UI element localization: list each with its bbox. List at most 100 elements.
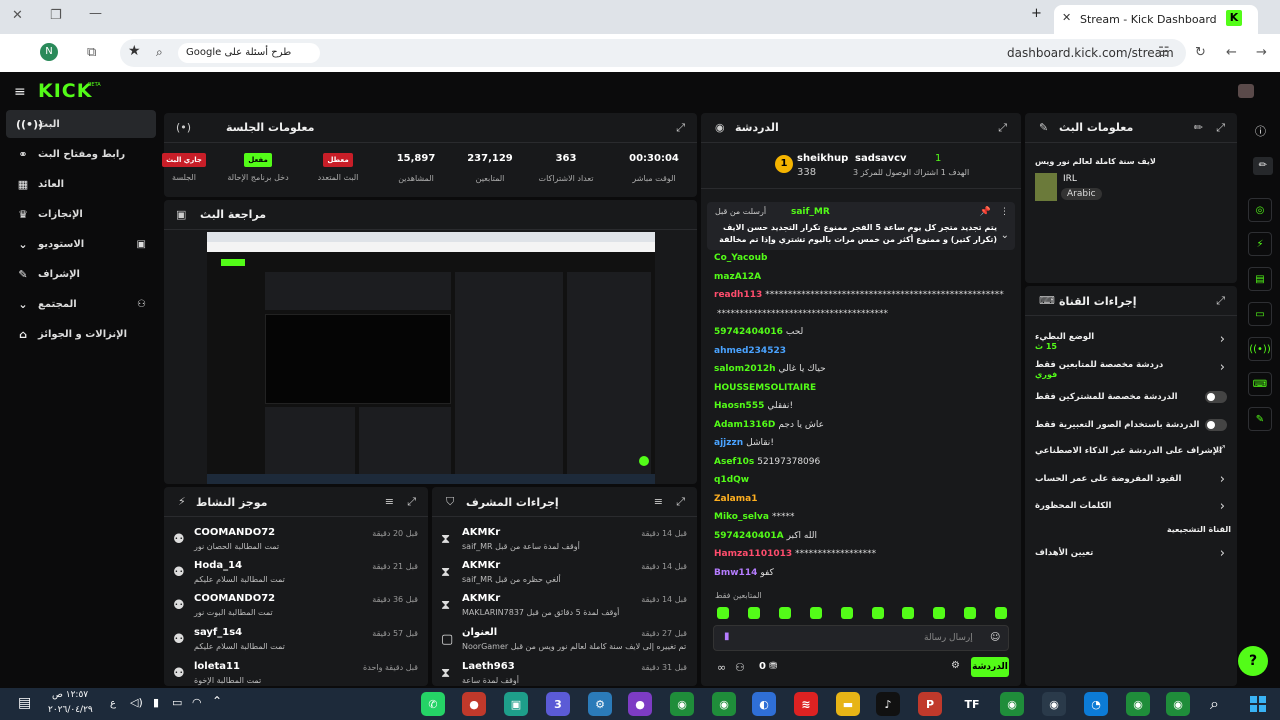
emote-icon[interactable] <box>841 607 853 619</box>
edit-icon[interactable]: ✏ <box>1194 121 1203 134</box>
bookmark-star-icon[interactable]: ★ <box>128 43 141 59</box>
url-text[interactable]: dashboard.kick.com/stream <box>1007 46 1174 60</box>
chat-message[interactable]: ajjzzn نقاشل! <box>714 438 774 448</box>
emote-icon[interactable] <box>964 607 976 619</box>
chat-input[interactable]: ▮ إرسال رسالة ☺ <box>713 625 1009 651</box>
forward-icon[interactable]: → <box>1256 45 1267 60</box>
recorder-icon[interactable]: ● <box>462 692 486 716</box>
setting-slow-mode[interactable]: الوضع البطيء 15 ث <box>1035 332 1231 351</box>
chat-message[interactable]: 59742404016 لحب <box>714 327 803 337</box>
reload-icon[interactable]: ↻ <box>1195 45 1206 60</box>
restore-icon[interactable]: ❐ <box>50 8 62 23</box>
wifi-icon[interactable]: ◠ <box>192 696 202 709</box>
chat-message[interactable]: Haosn555 نفقلي! <box>714 401 793 411</box>
volume-icon[interactable]: ◁) <box>130 696 143 709</box>
folder-icon[interactable]: ▬ <box>836 692 860 716</box>
chat-icon[interactable]: ▭ <box>1248 302 1272 326</box>
users-icon[interactable]: ⚇ <box>735 661 745 674</box>
chat-message[interactable]: Adam1316D عاش يا دجم <box>714 420 824 430</box>
sidebar-item-stream[interactable]: ((•)) البث <box>6 110 156 138</box>
filter-icon[interactable]: ≡ <box>654 495 663 508</box>
chrome-icon[interactable]: ◉ <box>670 692 694 716</box>
camera-icon[interactable]: ◎ <box>1248 198 1272 222</box>
search-icon[interactable]: ⌕ <box>1210 694 1219 714</box>
help-button[interactable]: ? <box>1238 646 1268 676</box>
extensions-icon[interactable]: ⧉ <box>87 45 96 60</box>
site-settings-icon[interactable]: ☷ <box>1158 45 1170 60</box>
sidebar-item-moderation[interactable]: ✎ الإشراف <box>6 260 156 288</box>
chrome-icon[interactable]: ◉ <box>712 692 736 716</box>
sidebar-item-drops[interactable]: ⌂ الإنزالات و الجوائز <box>6 320 156 348</box>
info-icon[interactable]: ⓘ <box>1255 123 1266 139</box>
lens-icon[interactable]: ⌕ <box>156 45 163 60</box>
windows-start-icon[interactable] <box>1250 696 1266 712</box>
sidebar-item-stream-key[interactable]: ⚭ رابط ومفتاح البث <box>6 140 156 168</box>
kick-logo[interactable]: KICK <box>38 80 92 102</box>
chat-message[interactable]: 5974240401A الله اكبر <box>714 531 817 541</box>
setting-ai-moderation[interactable]: الإشراف على الدردشة عبر الذكاء الاصطناعي <box>1035 446 1231 456</box>
whatsapp-icon[interactable]: ✆ <box>421 692 445 716</box>
document-icon[interactable]: ▤ <box>1248 267 1272 291</box>
edge-icon[interactable]: ◔ <box>1084 692 1108 716</box>
chat-message[interactable]: salom2012h حياك يا غالي <box>714 364 826 374</box>
sidebar-item-achievements[interactable]: ♛ الإنجازات <box>6 200 156 228</box>
more-icon[interactable]: ⋮ <box>1000 207 1009 217</box>
filter-icon[interactable]: ≡ <box>385 495 394 508</box>
chat-message[interactable]: readh113 ********************************… <box>714 290 1004 300</box>
chrome-icon[interactable]: ◉ <box>1166 692 1190 716</box>
sidebar-item-revenue[interactable]: ▦ العائد <box>6 170 156 198</box>
ask-google-chip[interactable]: طرح أسئلة على Google <box>178 43 320 63</box>
infinity-icon[interactable]: ∞ <box>717 661 726 674</box>
broadcast-icon[interactable]: ((•)) <box>1248 337 1272 361</box>
popout-icon[interactable]: ⤢ <box>998 121 1007 135</box>
send-chat-button[interactable]: الدردشة <box>971 657 1009 677</box>
emote-icon[interactable] <box>779 607 791 619</box>
popout-icon[interactable]: ⤢ <box>676 495 685 509</box>
pin-icon[interactable]: 📌 <box>980 207 991 217</box>
chevron-right-icon[interactable]: › <box>1220 360 1225 375</box>
profile-avatar[interactable]: N <box>40 43 58 61</box>
sidebar-item-community[interactable]: ⌄ المجتمع ⚇ <box>6 290 156 318</box>
popout-icon[interactable]: ⤢ <box>407 495 416 509</box>
external-link-icon[interactable]: ⤢ <box>1217 444 1225 455</box>
setting-followers-only[interactable]: دردشة مخصصة للمتابعين فقط فوري <box>1035 360 1231 379</box>
app-tf-icon[interactable]: TF <box>960 692 984 716</box>
mic-icon[interactable]: ▮ <box>153 696 159 709</box>
back-icon[interactable]: ← <box>1226 45 1237 60</box>
minimize-icon[interactable]: — <box>89 6 102 21</box>
chat-settings-icon[interactable]: ⚙ <box>951 660 960 671</box>
chevron-up-icon[interactable]: ⌃ <box>212 694 222 708</box>
clock-time[interactable]: ١٢:٥٧ ص <box>52 690 88 700</box>
app-icon[interactable]: ▣ <box>504 692 528 716</box>
battery-icon[interactable]: ▭ <box>172 696 182 709</box>
chevron-down-icon[interactable]: ⌄ <box>1001 230 1009 241</box>
tab-close-icon[interactable]: ✕ <box>1062 11 1071 24</box>
clock-date[interactable]: ٢٠٢٦/٠٤/٢٩ <box>48 705 93 715</box>
chat-message[interactable]: Zalama1 <box>714 494 760 504</box>
emoji-icon[interactable]: ☺ <box>990 632 1000 643</box>
new-tab-icon[interactable]: + <box>1031 6 1042 21</box>
chrome-icon[interactable]: ◉ <box>1000 692 1024 716</box>
chat-message[interactable]: q1dQw <box>714 475 752 485</box>
setting-goals[interactable]: تعيين الأهداف <box>1035 548 1231 558</box>
tiktok-icon[interactable]: ♪ <box>876 692 900 716</box>
chat-message[interactable]: ************************************** <box>714 309 888 319</box>
chrome-icon[interactable]: ◉ <box>1042 692 1066 716</box>
chevron-right-icon[interactable]: › <box>1220 499 1225 514</box>
chat-message[interactable]: Co_Yacoub <box>714 253 770 263</box>
subs-only-toggle[interactable] <box>1205 391 1227 403</box>
emotes-only-toggle[interactable] <box>1205 419 1227 431</box>
close-window-icon[interactable]: ✕ <box>12 8 23 23</box>
pinned-message[interactable]: saif_MR أرسلت من قبل 📌 ⋮ يتم تجديد متجر … <box>707 202 1015 250</box>
emote-icon[interactable] <box>872 607 884 619</box>
emote-icon[interactable] <box>810 607 822 619</box>
app-icon[interactable]: ⚙ <box>588 692 612 716</box>
chevron-right-icon[interactable]: › <box>1220 472 1225 487</box>
emote-icon[interactable] <box>995 607 1007 619</box>
emote-icon[interactable] <box>717 607 729 619</box>
bolt-icon[interactable]: ⚡ <box>1248 232 1272 256</box>
chat-message[interactable]: Hamza1101013 ****************** <box>714 549 876 559</box>
setting-account-age[interactable]: القيود المفروضة على عمر الحساب <box>1035 474 1231 484</box>
popout-icon[interactable]: ⤢ <box>676 121 685 135</box>
mic-icon[interactable]: ▮ <box>724 631 730 642</box>
